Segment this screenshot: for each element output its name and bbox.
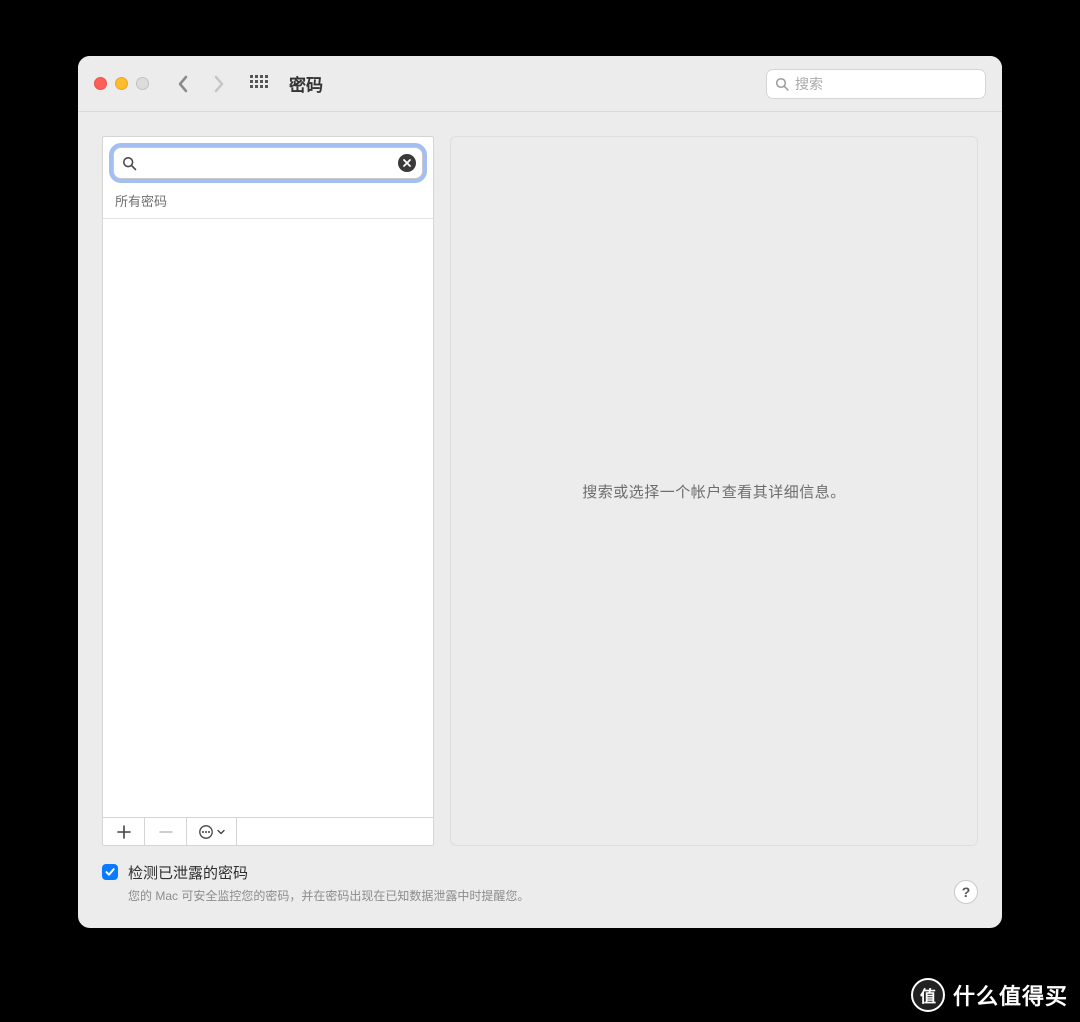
- clear-search-button[interactable]: [398, 154, 416, 172]
- ellipsis-circle-icon: [198, 824, 214, 840]
- leak-detection-checkbox[interactable]: [102, 864, 118, 880]
- plus-icon: [117, 825, 131, 839]
- passwords-list[interactable]: [103, 219, 433, 817]
- zoom-window-button: [136, 77, 149, 90]
- detail-placeholder-text: 搜索或选择一个帐户查看其详细信息。: [582, 481, 846, 502]
- watermark-badge: 值: [911, 978, 945, 1012]
- passwords-search-field[interactable]: [113, 147, 423, 179]
- leak-detection-label: 检测已泄露的密码: [128, 862, 529, 883]
- show-all-prefs-button[interactable]: [245, 70, 273, 98]
- prefs-search-input[interactable]: [795, 76, 977, 92]
- window-controls: [94, 77, 149, 90]
- watermark: 值 什么值得买: [911, 978, 1068, 1012]
- leak-detection-row: 检测已泄露的密码 您的 Mac 可安全监控您的密码，并在密码出现在已知数据泄露中…: [102, 862, 978, 904]
- columns: 所有密码: [102, 136, 978, 846]
- minimize-window-button[interactable]: [115, 77, 128, 90]
- page-title: 密码: [289, 71, 323, 96]
- checkmark-icon: [104, 866, 116, 878]
- search-icon: [775, 77, 789, 91]
- prefs-search-field[interactable]: [766, 69, 986, 99]
- watermark-text: 什么值得买: [953, 979, 1068, 1011]
- all-passwords-label: 所有密码: [103, 185, 433, 219]
- forward-button: [205, 70, 233, 98]
- passwords-prefs-window: 密码: [78, 56, 1002, 928]
- close-window-button[interactable]: [94, 77, 107, 90]
- add-password-button[interactable]: [103, 818, 145, 845]
- passwords-search-input[interactable]: [143, 155, 392, 171]
- detail-panel: 搜索或选择一个帐户查看其详细信息。: [450, 136, 978, 846]
- content-area: 所有密码: [78, 112, 1002, 928]
- back-button[interactable]: [169, 70, 197, 98]
- remove-password-button: [145, 818, 187, 845]
- help-button[interactable]: ?: [954, 880, 978, 904]
- list-toolbar: [103, 817, 433, 845]
- search-icon: [122, 156, 137, 171]
- close-icon: [402, 158, 412, 168]
- chevron-down-icon: [217, 828, 225, 836]
- minus-icon: [159, 825, 173, 839]
- more-options-button[interactable]: [187, 818, 237, 845]
- leak-detection-description: 您的 Mac 可安全监控您的密码，并在密码出现在已知数据泄露中时提醒您。: [128, 887, 529, 904]
- passwords-list-panel: 所有密码: [102, 136, 434, 846]
- titlebar: 密码: [78, 56, 1002, 112]
